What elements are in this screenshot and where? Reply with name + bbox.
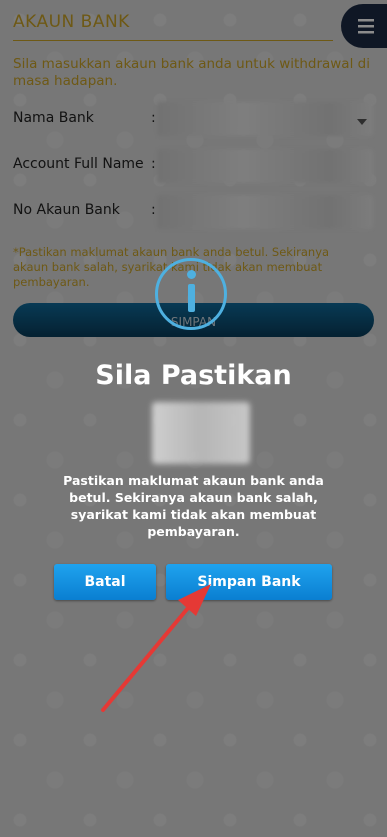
red-arrow-pointer (101, 584, 211, 712)
